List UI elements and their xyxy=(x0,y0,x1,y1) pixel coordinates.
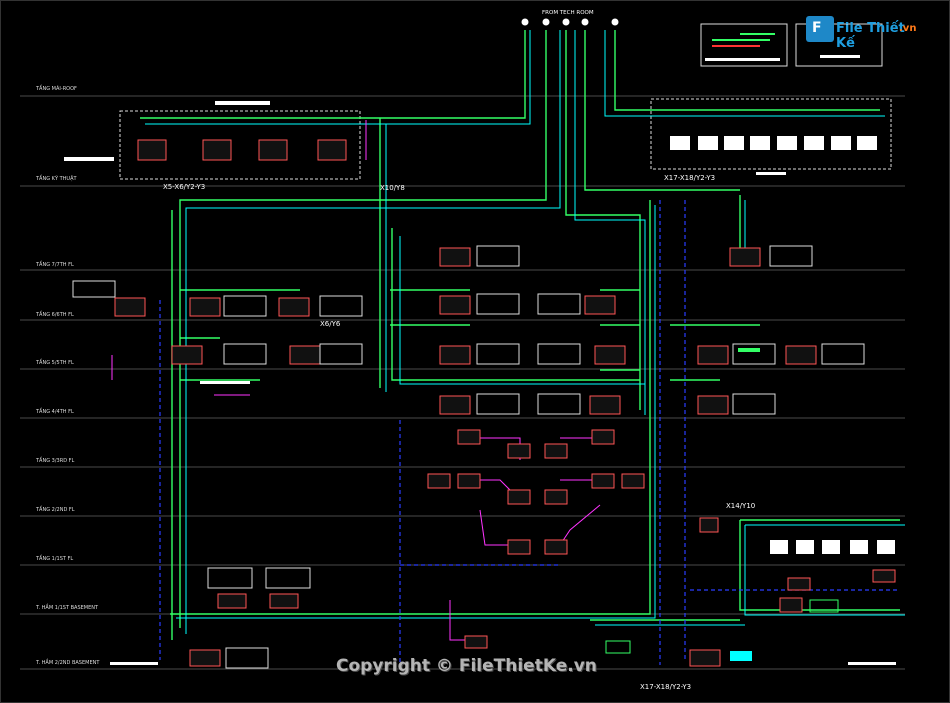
logo-suffix: .vn xyxy=(899,23,917,34)
level-3: TẦNG 3/3RD FL xyxy=(36,458,75,464)
level-4: TẦNG 4/4TH FL xyxy=(36,409,74,415)
annotation-left-group: X5-X6/Y2-Y3 xyxy=(163,183,206,191)
indoor-units xyxy=(114,139,896,667)
annotation-bottom: X17-X18/Y2-Y3 xyxy=(640,683,692,691)
annotation-right-group: X17-X18/Y2-Y3 xyxy=(664,174,716,182)
roof-right-units xyxy=(670,136,877,150)
level-2: TẦNG 2/2ND FL xyxy=(36,507,75,513)
level-basement-2: T. HẦM 2/2ND BASEMENT xyxy=(36,660,100,666)
level-5: TẦNG 5/5TH FL xyxy=(36,360,74,366)
site-logo: F File Thiết Kế .vn xyxy=(806,14,924,51)
level-7: TẦNG 7/7TH FL xyxy=(36,262,74,268)
annotation-center-riser: X10/Y8 xyxy=(380,184,405,192)
source-label: FROM TECH ROOM xyxy=(542,10,594,16)
level-technical: TẦNG KỸ THUẬT xyxy=(36,176,77,182)
annotation-left-riser: X6/Y6 xyxy=(320,320,341,328)
logo-icon-letter: F xyxy=(812,20,822,36)
level-roof: TẦNG MÁI-ROOF xyxy=(36,86,77,92)
level-6: TẦNG 6/6TH FL xyxy=(36,312,74,318)
copyright-watermark: Copyright © FileThietKe.vn xyxy=(336,656,597,676)
hvac-riser-schematic xyxy=(20,18,905,670)
annotation-right-low: X14/Y10 xyxy=(726,502,756,510)
floor-lines xyxy=(20,95,905,670)
level-1: TẦNG 1/1ST FL xyxy=(36,556,74,562)
level-basement-1: T. HẦM 1/1ST BASEMENT xyxy=(36,605,99,611)
source-terminals xyxy=(521,18,619,26)
basement-right-units xyxy=(770,540,895,554)
